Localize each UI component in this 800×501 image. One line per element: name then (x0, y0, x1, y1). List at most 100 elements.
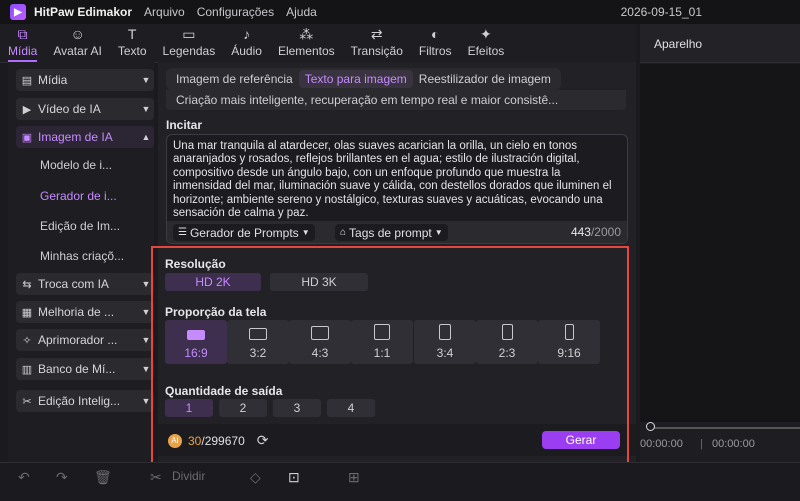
tab-elements[interactable]: ⁂ Elementos (270, 22, 343, 62)
marker-icon[interactable]: ◇ (250, 469, 261, 486)
tab-transition[interactable]: ⇄ Transição (343, 22, 411, 62)
prompt-footer: ☰ Gerador de Prompts ▼ ⌂ Tags de prompt ▼ 44… (167, 221, 627, 243)
split-icon[interactable]: ✂ (150, 469, 162, 486)
aspect-shape-icon (311, 326, 329, 340)
folder-icon: ▤ (21, 74, 33, 87)
chevron-down-icon: ▼ (141, 396, 151, 406)
prompt-generator-dropdown[interactable]: ☰ Gerador de Prompts ▼ (173, 224, 315, 241)
quantity-2[interactable]: 2 (219, 399, 267, 417)
aspect-shape-icon (501, 324, 513, 340)
aspect-shape-icon (187, 330, 205, 340)
sidebar-item-enhancer[interactable]: ✧ Aprimorador ... ▼ (16, 329, 154, 351)
info-banner: Criação mais inteligente, recuperação em… (166, 90, 626, 110)
sidebar-item-ai-video[interactable]: ▶ Vídeo de IA ▼ (16, 98, 154, 120)
sidebar-sub-image-template[interactable]: Modelo de i... (40, 154, 152, 176)
image-icon: ▣ (21, 131, 33, 144)
menu-ajuda[interactable]: Ajuda (286, 5, 317, 19)
tab-text[interactable]: T Texto (110, 22, 155, 62)
app-logo-icon: ▶ (10, 4, 26, 20)
avatar-icon: ☺ (70, 26, 85, 42)
redo-icon[interactable]: ↷ (56, 469, 68, 486)
effects-icon: ✦ (480, 26, 492, 42)
tab-subtitles[interactable]: ▭ Legendas (155, 22, 224, 62)
preview-title: Aparelho (654, 37, 703, 51)
aspect-2-3[interactable]: 2:3 (476, 320, 538, 364)
chevron-down-icon: ▼ (141, 75, 151, 85)
transition-icon: ⇄ (370, 26, 383, 42)
menu-arquivo[interactable]: Arquivo (144, 5, 185, 19)
tab-media[interactable]: ⧉ Mídia (0, 22, 45, 62)
sidebar: ▤ Mídia ▼ ▶ Vídeo de IA ▼ ▣ Imagem de IA ▲ Mod… (8, 62, 154, 462)
undo-icon[interactable]: ↶ (18, 469, 30, 486)
tab-reference-image[interactable]: Imagem de referência (170, 70, 299, 88)
aspect-shape-icon (439, 324, 451, 340)
aspect-1-1[interactable]: 1:1 (351, 320, 413, 364)
refresh-icon[interactable]: ⟳ (257, 432, 269, 449)
media-icon: ⧉ (17, 26, 28, 42)
prompt-tags-dropdown[interactable]: ⌂ Tags de prompt ▼ (335, 224, 448, 241)
split-label[interactable]: Dividir (172, 469, 205, 483)
menu-configuracoes[interactable]: Configurações (197, 5, 274, 19)
sidebar-item-ai-image[interactable]: ▣ Imagem de IA ▲ (16, 126, 154, 148)
preview-canvas (640, 64, 800, 422)
chevron-down-icon: ▼ (141, 307, 151, 317)
scrubber-handle[interactable] (646, 422, 655, 431)
sidebar-item-smart-edit[interactable]: ✂ Edição Intelig... ▼ (16, 390, 154, 412)
tab-image-restyler[interactable]: Reestilizador de imagem (413, 70, 557, 88)
add-track-icon[interactable]: ⊞ (348, 469, 360, 486)
time-total: 00:00:00 (712, 438, 755, 450)
aspect-shape-icon (374, 324, 390, 340)
swap-icon: ⇆ (22, 278, 32, 291)
chevron-down-icon: ▼ (141, 335, 151, 345)
enhance-icon: ▦ (21, 306, 33, 319)
text-icon: T (127, 26, 137, 42)
aspect-16-9[interactable]: 16:9 (165, 320, 227, 364)
ai-tool-icon[interactable]: ⊡ (288, 469, 300, 486)
quantity-3[interactable]: 3 (273, 399, 321, 417)
sparkle-icon: ✧ (22, 334, 32, 347)
smart-edit-icon: ✂ (22, 395, 32, 408)
sidebar-item-media[interactable]: ▤ Mídia ▼ (16, 69, 154, 91)
aspect-4-3[interactable]: 4:3 (289, 320, 351, 364)
quantity-1[interactable]: 1 (165, 399, 213, 417)
prompt-textarea[interactable]: Una mar tranquila al atardecer, olas sua… (166, 134, 628, 244)
chevron-up-icon: ▲ (141, 132, 151, 142)
preview-panel: Aparelho 00:00:00 | 00:00:00 (640, 24, 800, 462)
app-title: HitPaw Edimakor (34, 5, 133, 19)
resolution-hd2k[interactable]: HD 2K (165, 273, 261, 291)
delete-icon[interactable]: 🗑 (94, 469, 112, 486)
elements-icon: ⁂ (299, 26, 314, 42)
resolution-hd3k[interactable]: HD 3K (270, 273, 368, 291)
tab-audio[interactable]: ♪ Áudio (223, 22, 270, 62)
generate-button[interactable]: Gerar (542, 431, 620, 449)
sidebar-sub-image-editing[interactable]: Edição de Im... (40, 215, 152, 237)
aspect-9-16[interactable]: 9:16 (538, 320, 600, 364)
credits-display: AI 30/299670 ⟳ (168, 432, 268, 449)
sidebar-item-ai-swap[interactable]: ⇆ Troca com IA ▼ (16, 273, 154, 295)
tab-effects[interactable]: ✦ Efeitos (460, 22, 513, 62)
tab-filters[interactable]: ◐ Filtros (411, 22, 460, 62)
sidebar-item-enhance[interactable]: ▦ Melhoria de ... ▼ (16, 301, 154, 323)
aspect-shape-icon (564, 324, 574, 340)
sidebar-sub-image-generator[interactable]: Gerador de i... (40, 185, 152, 207)
quantity-label: Quantidade de saída (165, 384, 283, 398)
resolution-label: Resolução (165, 257, 226, 271)
preview-header: Aparelho (640, 24, 800, 63)
playback-scrubber[interactable] (648, 427, 800, 429)
video-icon: ▶ (22, 103, 32, 116)
audio-icon: ♪ (243, 26, 251, 42)
main-toolbar: ⧉ Mídia ☺ Avatar AI T Texto ▭ Legendas ♪ Áudi… (0, 24, 636, 63)
generate-bar: AI 30/299670 ⟳ Gerar (158, 424, 636, 456)
time-current: 00:00:00 (640, 438, 683, 450)
generator-tabs: Imagem de referência Texto para imagem R… (166, 68, 561, 90)
quantity-4[interactable]: 4 (327, 399, 375, 417)
prompt-text[interactable]: Una mar tranquila al atardecer, olas sua… (173, 140, 621, 220)
tab-text-to-image[interactable]: Texto para imagem (298, 70, 413, 88)
tab-avatar-ai[interactable]: ☺ Avatar AI (45, 22, 109, 62)
chevron-down-icon: ▼ (141, 279, 151, 289)
prompt-label: Incitar (166, 118, 203, 132)
sidebar-sub-my-creations[interactable]: Minhas criaçõ... (40, 245, 152, 267)
sidebar-item-media-library[interactable]: ▥ Banco de Mí... ▼ (16, 358, 154, 380)
aspect-3-2[interactable]: 3:2 (227, 320, 289, 364)
aspect-3-4[interactable]: 3:4 (414, 320, 476, 364)
